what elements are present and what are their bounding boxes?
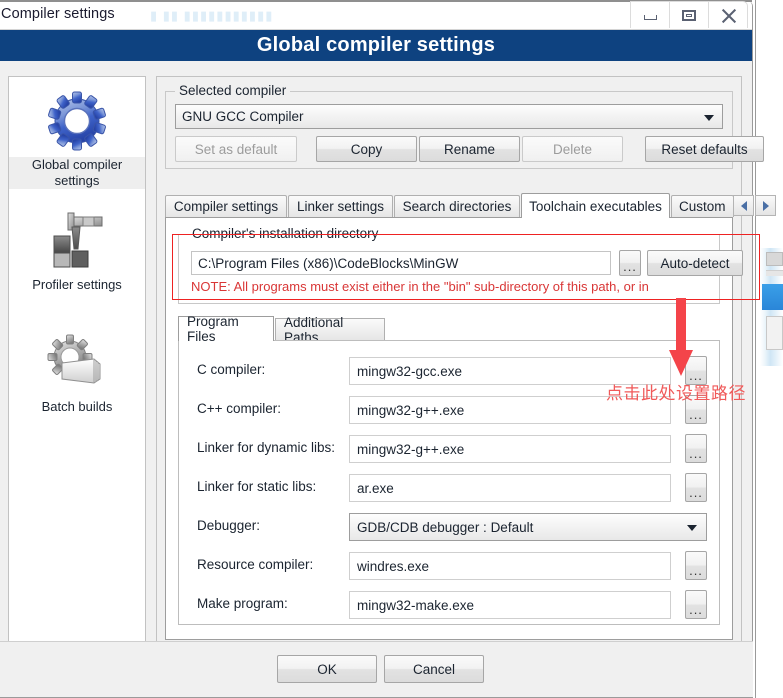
compiler-action-buttons: Set as default Copy Rename Delete Reset … — [175, 136, 764, 162]
tab-linker-settings[interactable]: Linker settings — [288, 195, 393, 217]
installation-note: NOTE: All programs must exist either in … — [191, 279, 649, 294]
annotation-text: 点击此处设置路径 — [606, 384, 746, 404]
close-button[interactable] — [708, 1, 748, 28]
linker-static-input[interactable]: ar.exe — [349, 474, 671, 502]
toolchain-executables-panel: Compiler's installation directory C:\Pro… — [165, 217, 743, 640]
sidebar-item-label: Batch builds — [41, 399, 113, 414]
cpp-compiler-label: C++ compiler: — [197, 401, 282, 416]
background-window-peek — [752, 0, 783, 698]
background-row-item — [766, 316, 783, 350]
background-row-item — [766, 252, 783, 266]
caliper-icon — [9, 204, 145, 276]
compiler-select[interactable]: GNU GCC Compiler — [175, 104, 723, 129]
background-window-edge — [755, 0, 756, 698]
window-title: Compiler settings — [1, 6, 115, 22]
linker-dynamic-label: Linker for dynamic libs: — [197, 440, 336, 455]
c-compiler-label: C compiler: — [197, 362, 266, 377]
title-bar: Compiler settings ▮ ▮▮ ▮▮▮▮▮▮▮▮▮▮▮ — [0, 0, 752, 30]
settings-tabs: Compiler settings Linker settings Search… — [165, 193, 776, 218]
minimize-icon — [643, 15, 657, 20]
field-row-make-program: Make program: mingw32-make.exe ... — [179, 589, 719, 623]
linker-dynamic-browse-button[interactable]: ... — [685, 434, 707, 463]
window-controls — [630, 1, 748, 28]
dialog-footer: OK Cancel — [0, 641, 753, 697]
installation-path-browse-button[interactable]: ... — [619, 250, 641, 276]
make-program-browse-button[interactable]: ... — [685, 590, 707, 619]
background-row-item — [766, 270, 783, 276]
resource-compiler-label: Resource compiler: — [197, 557, 314, 572]
sidebar-item-label: Profiler settings — [32, 277, 122, 292]
field-row-resource-compiler: Resource compiler: windres.exe ... — [179, 550, 719, 584]
chevron-right-icon — [762, 200, 769, 211]
sidebar-item-global-compiler-settings[interactable]: Global compiler settings — [9, 77, 145, 190]
linker-dynamic-input[interactable]: mingw32-g++.exe — [349, 435, 671, 463]
compiler-select-value: GNU GCC Compiler — [182, 109, 304, 124]
rename-button[interactable]: Rename — [419, 136, 520, 162]
tab-toolchain-executables[interactable]: Toolchain executables — [521, 193, 670, 218]
sidebar-item-profiler-settings[interactable]: Profiler settings — [9, 190, 145, 294]
chevron-down-icon — [687, 525, 697, 531]
background-row-selected — [762, 284, 783, 310]
page-title: Global compiler settings — [0, 30, 752, 61]
make-program-input[interactable]: mingw32-make.exe — [349, 591, 671, 619]
gear-stack-icon — [9, 326, 145, 398]
linker-static-browse-button[interactable]: ... — [685, 473, 707, 502]
installation-directory-group: Compiler's installation directory C:\Pro… — [178, 226, 743, 304]
sidebar-item-label: Global compiler settings — [9, 157, 145, 189]
dialog-body: Global compiler settings Profiler settin… — [0, 62, 776, 651]
delete-button[interactable]: Delete — [522, 136, 623, 162]
minimize-button[interactable] — [630, 1, 670, 28]
maximize-icon — [682, 9, 696, 21]
maximize-button[interactable] — [669, 1, 709, 28]
copy-button[interactable]: Copy — [316, 136, 417, 162]
tab-scroll-left-button[interactable] — [733, 195, 754, 216]
selected-compiler-group-title: Selected compiler — [175, 83, 291, 98]
annotation-arrow-icon — [669, 298, 693, 376]
installation-directory-group-title: Compiler's installation directory — [188, 226, 383, 241]
auto-detect-button[interactable]: Auto-detect — [647, 250, 743, 276]
settings-content-pane: Selected compiler GNU GCC Compiler Set a… — [156, 76, 776, 651]
inner-tab-program-files[interactable]: Program Files — [178, 314, 274, 344]
debugger-label: Debugger: — [197, 518, 261, 533]
sidebar-item-batch-builds[interactable]: Batch builds — [9, 294, 145, 416]
tab-scroll-right-button[interactable] — [755, 195, 776, 216]
tab-custom[interactable]: Custom — [671, 195, 734, 217]
close-icon — [721, 8, 736, 23]
debugger-select-value: GDB/CDB debugger : Default — [357, 519, 534, 535]
settings-sidebar: Global compiler settings Profiler settin… — [8, 76, 146, 651]
chevron-down-icon — [704, 114, 714, 121]
set-as-default-button[interactable]: Set as default — [175, 136, 297, 162]
gear-icon — [9, 85, 145, 157]
resource-compiler-browse-button[interactable]: ... — [685, 551, 707, 580]
reset-defaults-button[interactable]: Reset defaults — [645, 136, 764, 162]
make-program-label: Make program: — [197, 596, 288, 611]
linker-static-label: Linker for static libs: — [197, 479, 317, 494]
arrow-head — [669, 350, 693, 376]
tab-compiler-settings[interactable]: Compiler settings — [165, 195, 287, 217]
chevron-left-icon — [740, 200, 747, 211]
field-row-linker-dynamic: Linker for dynamic libs: mingw32-g++.exe… — [179, 433, 719, 467]
field-row-linker-static: Linker for static libs: ar.exe ... — [179, 472, 719, 506]
title-bar-watermark: ▮ ▮▮ ▮▮▮▮▮▮▮▮▮▮▮ — [150, 8, 274, 23]
field-row-debugger: Debugger: GDB/CDB debugger : Default — [179, 511, 719, 545]
tab-search-directories[interactable]: Search directories — [394, 195, 520, 217]
installation-path-input[interactable]: C:\Program Files (x86)\CodeBlocks\MinGW — [191, 251, 611, 275]
installation-path-value: C:\Program Files (x86)\CodeBlocks\MinGW — [198, 255, 459, 271]
cancel-button[interactable]: Cancel — [384, 655, 484, 683]
compiler-settings-dialog: Compiler settings ▮ ▮▮ ▮▮▮▮▮▮▮▮▮▮▮ Globa… — [0, 0, 776, 698]
inner-tab-additional-paths[interactable]: Additional Paths — [275, 315, 385, 345]
resource-compiler-input[interactable]: windres.exe — [349, 552, 671, 580]
arrow-shaft — [676, 298, 686, 352]
debugger-select[interactable]: GDB/CDB debugger : Default — [349, 513, 707, 541]
ok-button[interactable]: OK — [277, 655, 377, 683]
selected-compiler-group: Selected compiler GNU GCC Compiler Set a… — [165, 83, 764, 169]
